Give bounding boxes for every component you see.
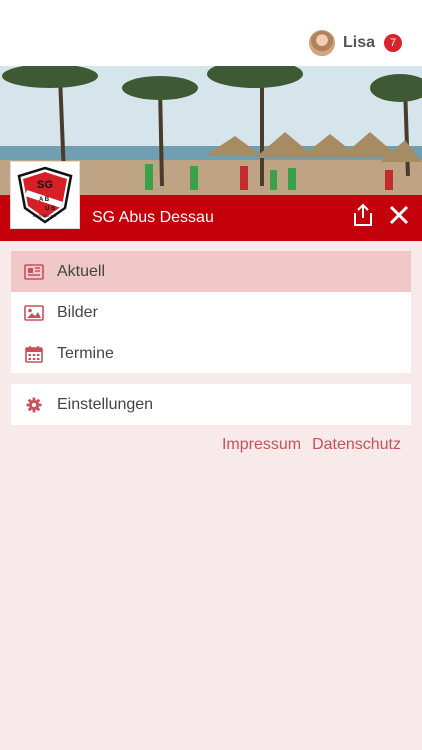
image-icon — [24, 303, 44, 323]
club-name: SG Abus Dessau — [92, 209, 214, 226]
datenschutz-link[interactable]: Datenschutz — [312, 436, 401, 454]
svg-text:SG: SG — [37, 179, 53, 191]
menu-item-label: Termine — [57, 344, 114, 362]
notification-badge[interactable]: 7 — [384, 34, 402, 52]
club-logo: SG A B U S DESSAU e.V. — [10, 161, 80, 229]
user-chip[interactable]: Lisa 7 — [308, 30, 402, 56]
gear-icon — [24, 395, 44, 415]
menu-item-label: Aktuell — [57, 262, 106, 280]
calendar-icon — [24, 344, 44, 364]
impressum-link[interactable]: Impressum — [222, 436, 301, 454]
footer-links: Impressum Datenschutz — [222, 436, 401, 454]
menu-item-aktuell[interactable]: Aktuell — [11, 251, 411, 292]
menu-item-label: Einstellungen — [57, 395, 154, 413]
close-icon[interactable] — [388, 204, 410, 226]
menu-item-label: Bilder — [57, 303, 98, 321]
user-name[interactable]: Lisa — [343, 34, 375, 52]
main-menu: Aktuell Bilder Termine — [11, 251, 411, 373]
svg-text:DESSAU e.V.: DESSAU e.V. — [33, 213, 57, 218]
menu-item-bilder[interactable]: Bilder — [11, 292, 411, 333]
menu-item-einstellungen[interactable]: Einstellungen — [11, 384, 411, 425]
avatar[interactable] — [308, 30, 335, 56]
newspaper-icon — [24, 262, 44, 282]
share-icon[interactable] — [352, 203, 374, 227]
menu-item-termine[interactable]: Termine — [11, 333, 411, 374]
svg-text:U S: U S — [45, 206, 55, 212]
settings-menu: Einstellungen — [11, 384, 411, 425]
svg-text:A B: A B — [39, 197, 50, 203]
top-bar: Lisa 7 — [0, 0, 422, 66]
